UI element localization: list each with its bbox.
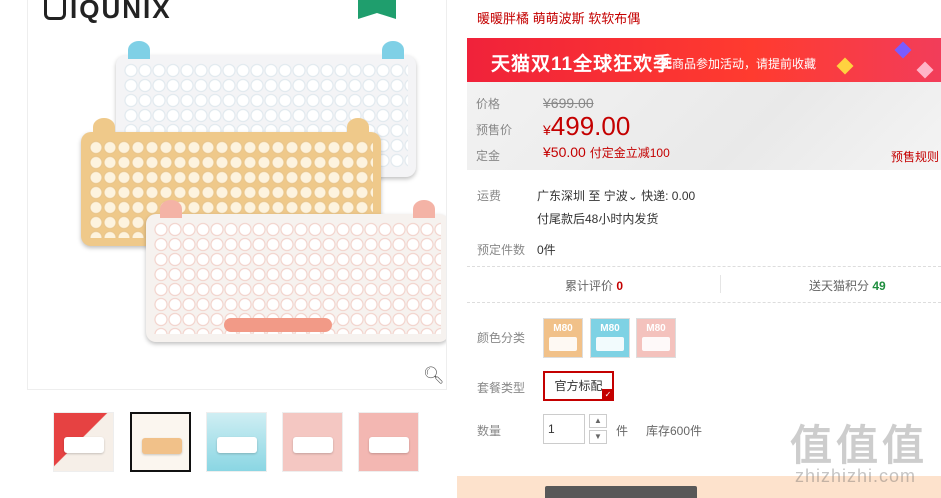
chevron-down-icon: ⌄ bbox=[627, 189, 638, 203]
stock-info: 库存600件 bbox=[646, 424, 703, 438]
promo-banner: 天猫双11全球狂欢季 此商品参加活动，请提前收藏 bbox=[467, 38, 941, 82]
price-panel: 价格 ¥699.00 预售价 ¥499.00 定金 ¥50.00 付定金立减10… bbox=[467, 82, 941, 170]
delivery-note: 付尾款后48小时内发货 bbox=[537, 212, 659, 226]
quantity-label: 数量 bbox=[477, 424, 502, 438]
original-price: ¥699.00 bbox=[543, 95, 594, 111]
promo-deco-icon bbox=[916, 61, 934, 79]
quantity-decrease-button[interactable]: ▼ bbox=[589, 430, 607, 444]
color-option-orange[interactable]: M80 bbox=[543, 318, 583, 358]
thumbnail-5[interactable] bbox=[358, 412, 419, 472]
reserved-label: 预定件数 bbox=[477, 243, 526, 257]
package-label: 套餐类型 bbox=[477, 381, 526, 395]
shipping-label: 运费 bbox=[477, 189, 502, 203]
deposit-price: ¥50.00 付定金立减100 bbox=[543, 144, 670, 160]
color-option-blue[interactable]: M80 bbox=[590, 318, 630, 358]
thumbnail-3[interactable] bbox=[206, 412, 267, 472]
watermark-logo: 值值值 bbox=[790, 422, 929, 469]
presale-rules-link[interactable]: 预售规则 bbox=[891, 148, 939, 165]
quantity-unit: 件 bbox=[616, 424, 629, 438]
presale-price: ¥499.00 bbox=[543, 111, 631, 141]
product-subtitle: 暖暖胖橘 萌萌波斯 软软布偶 bbox=[477, 11, 641, 26]
reserved-count: 0件 bbox=[537, 243, 556, 257]
product-image-viewer[interactable]: IQUNIX bbox=[27, 0, 447, 390]
quantity-increase-button[interactable]: ▲ bbox=[589, 414, 607, 428]
thumbnail-2-selected[interactable] bbox=[130, 412, 191, 472]
reviews-stat[interactable]: 累计评价 0 bbox=[565, 277, 623, 294]
promo-deco-icon bbox=[894, 41, 912, 59]
shipping-info: 广东深圳 至 宁波⌄ 快递: 0.00 bbox=[537, 189, 696, 203]
promo-deco-icon bbox=[836, 57, 854, 75]
bookmark-ribbon-icon bbox=[358, 0, 396, 19]
destination-selector[interactable]: 宁波⌄ bbox=[604, 189, 638, 203]
divider bbox=[720, 275, 721, 293]
promo-note: 此商品参加活动，请提前收藏 bbox=[660, 57, 817, 71]
divider bbox=[467, 302, 941, 303]
deposit-label: 定金 bbox=[476, 149, 501, 163]
package-option-selected[interactable]: 官方标配 ✓ bbox=[543, 371, 614, 401]
points-stat: 送天猫积分 49 bbox=[809, 279, 886, 293]
buy-button[interactable] bbox=[545, 486, 697, 498]
checkmark-icon: ✓ bbox=[602, 389, 614, 401]
color-option-pink[interactable]: M80 bbox=[636, 318, 676, 358]
quantity-input[interactable] bbox=[543, 414, 585, 444]
thumbnail-1[interactable] bbox=[53, 412, 114, 472]
watermark-site: zhizhizhi.com bbox=[795, 466, 917, 486]
brand-logo: IQUNIX bbox=[44, 0, 172, 25]
thumbnail-4[interactable] bbox=[282, 412, 343, 472]
original-price-label: 价格 bbox=[476, 97, 501, 111]
presale-price-label: 预售价 bbox=[476, 123, 513, 137]
keyboard-image-pink bbox=[146, 200, 446, 342]
zoom-magnifier-icon[interactable]: 🔍︎ bbox=[423, 366, 445, 386]
promo-title: 天猫双11全球狂欢季 bbox=[491, 54, 674, 75]
divider bbox=[467, 266, 941, 267]
color-label: 颜色分类 bbox=[477, 331, 526, 345]
